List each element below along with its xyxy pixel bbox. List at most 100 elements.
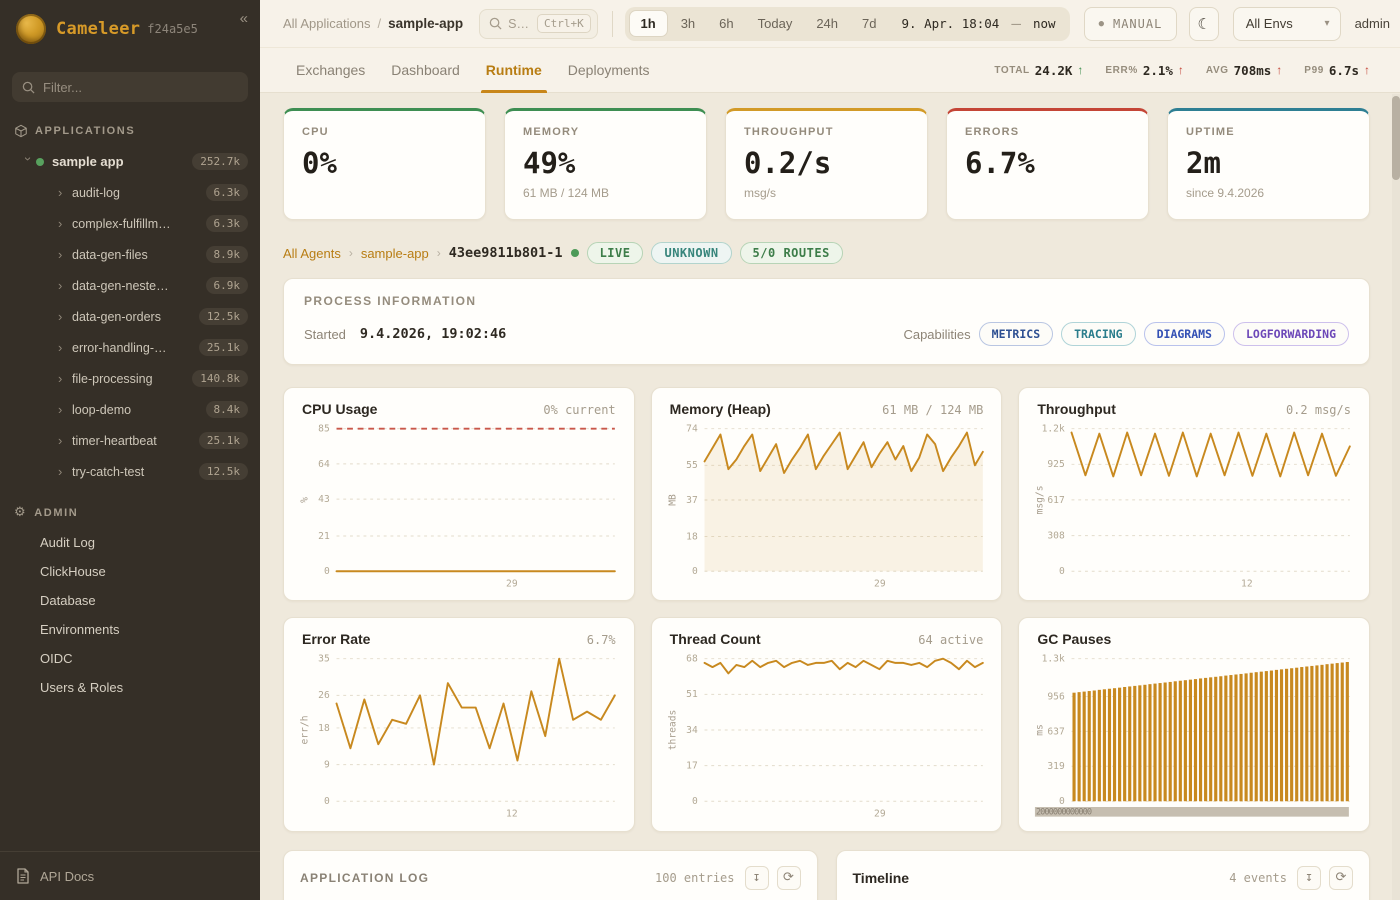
env-select[interactable]: All Envs ▾ [1232, 6, 1341, 41]
chevron-right-icon: › [58, 371, 63, 386]
breadcrumb-current: sample-app [388, 16, 464, 31]
time-range-7d[interactable]: 7d [851, 11, 887, 36]
filter-box[interactable] [12, 72, 248, 102]
download-icon[interactable]: ↧ [1297, 865, 1321, 890]
tab-dashboard[interactable]: Dashboard [378, 48, 473, 92]
chart-plot-thread-count: 0 17 34 51 68 threads 29 [667, 654, 984, 820]
capability-diagrams: DIAGRAMS [1143, 322, 1225, 346]
chart-plot-throughput: 0 308 617 925 1.2k msg/s 12 [1035, 424, 1352, 590]
admin-list: Audit Log ClickHouse Database Environments O… [0, 528, 260, 702]
tab-runtime[interactable]: Runtime [473, 48, 555, 93]
chart-cpu-usage: CPU Usage 0% current 0 21 43 64 85% 29 [283, 387, 635, 602]
sidebar-item-error-handling[interactable]: › error-handling-… 25.1k [0, 332, 260, 363]
admin-item-users-roles[interactable]: Users & Roles [0, 673, 260, 702]
stat-value: 2.1% [1142, 62, 1173, 78]
count-badge: 140.8k [192, 370, 248, 387]
runtime-content: CPU 0% MEMORY 49% 61 MB / 124 MB THROUGHPUT 0.… [260, 94, 1400, 900]
metric-card-cpu: CPU 0% [283, 108, 486, 220]
admin-item-audit-log[interactable]: Audit Log [0, 528, 260, 557]
metric-value: 0% [302, 146, 337, 180]
svg-text:29: 29 [874, 809, 886, 820]
admin-item-environments[interactable]: Environments [0, 615, 260, 644]
metric-value: 49% [523, 146, 576, 180]
dark-mode-toggle[interactable]: ☾ [1189, 6, 1219, 41]
chart-throughput: Throughput 0.2 msg/s 0 308 617 925 1.2k msg/s 12 [1018, 387, 1370, 602]
svg-text:37: 37 [686, 495, 698, 506]
sidebar-item-data-gen-orders[interactable]: › data-gen-orders 12.5k [0, 301, 260, 332]
scrollbar-track[interactable] [1392, 94, 1400, 900]
chevron-right-icon: › [348, 246, 353, 260]
stat-value: 24.2K [1034, 62, 1073, 78]
sidebar-item-label: file-processing [72, 371, 153, 386]
date-to[interactable]: now [1033, 16, 1056, 31]
search-placeholder: S… [508, 16, 529, 31]
sidebar-item-audit-log[interactable]: › audit-log 6.3k [0, 177, 260, 208]
admin-item-clickhouse[interactable]: ClickHouse [0, 557, 260, 586]
svg-text:85: 85 [318, 424, 330, 435]
chevron-right-icon: › [58, 464, 63, 479]
manual-refresh-button[interactable]: ● MANUAL [1083, 6, 1178, 41]
tab-exchanges[interactable]: Exchanges [283, 48, 378, 92]
global-search[interactable]: S… Ctrl+K [479, 8, 598, 39]
chevron-right-icon: › [58, 247, 63, 262]
svg-text:msg/s: msg/s [1035, 485, 1046, 514]
time-range-6h[interactable]: 6h [708, 11, 744, 36]
svg-text:17: 17 [686, 761, 698, 772]
refresh-icon[interactable]: ⟳ [776, 865, 801, 890]
time-range-today[interactable]: Today [747, 11, 804, 36]
date-from[interactable]: 9. Apr. 18:04 [902, 16, 1000, 31]
time-range-buttons: 1h 3h 6h Today 24h 7d [628, 10, 888, 37]
metric-subtitle: msg/s [744, 186, 777, 200]
scrollbar-thumb[interactable] [1392, 96, 1400, 180]
sidebar-item-loop-demo[interactable]: › loop-demo 8.4k [0, 394, 260, 425]
agent-link-all-agents[interactable]: All Agents [283, 246, 341, 261]
sidebar-item-sample-app[interactable]: › sample app 252.7k [0, 146, 260, 177]
sidebar-item-label: data-gen-neste… [72, 278, 169, 293]
chart-plot-error-rate: 0 9 18 26 35 err/h 12 [300, 654, 616, 820]
stat-label: P99 [1304, 64, 1324, 76]
date-range-separator: — [1011, 14, 1021, 33]
sidebar: Cameleer f24a5e5 « APPLICATIONS › sample … [0, 0, 260, 900]
refresh-icon[interactable]: ⟳ [1329, 865, 1353, 890]
application-log-count: 100 entries [655, 870, 735, 885]
sidebar-item-timer-heartbeat[interactable]: › timer-heartbeat 25.1k [0, 425, 260, 456]
search-icon [22, 81, 35, 94]
metric-label: MEMORY [523, 126, 580, 138]
stat-p99: P99 6.7s ↑ [1304, 63, 1370, 78]
collapse-sidebar-icon[interactable]: « [240, 10, 248, 27]
process-information-title: PROCESS INFORMATION [304, 294, 477, 308]
breadcrumb-all-applications[interactable]: All Applications [283, 16, 370, 31]
svg-text:MB: MB [667, 494, 678, 506]
svg-text:1.3k: 1.3k [1042, 654, 1065, 665]
sidebar-item-complex-fulfillm[interactable]: › complex-fulfillm… 6.3k [0, 208, 260, 239]
api-docs-link[interactable]: API Docs [0, 851, 260, 900]
chart-plot-cpu-usage: 0 21 43 64 85% 29 [300, 424, 616, 590]
agent-id: 43ee9811b801-1 [448, 245, 563, 261]
svg-text:0: 0 [324, 566, 330, 577]
topbar-divider [611, 10, 613, 37]
sidebar-item-try-catch-test[interactable]: › try-catch-test 12.5k [0, 456, 260, 487]
filter-input[interactable] [43, 79, 238, 95]
count-badge: 6.3k [205, 184, 248, 201]
chart-header-value: 61 MB / 124 MB [882, 403, 984, 417]
time-range-1h[interactable]: 1h [628, 10, 668, 37]
time-range-3h[interactable]: 3h [670, 11, 706, 36]
admin-item-database[interactable]: Database [0, 586, 260, 615]
admin-item-oidc[interactable]: OIDC [0, 644, 260, 673]
chart-plot-memory-heap: 0 18 37 55 74 MB 29 [667, 424, 984, 590]
chart-header-value: 0% current [543, 403, 616, 417]
tab-deployments[interactable]: Deployments [555, 48, 663, 92]
metric-label: ERRORS [965, 126, 1020, 138]
user-name[interactable]: admin [1355, 16, 1390, 31]
chevron-right-icon: › [58, 433, 63, 448]
sidebar-item-file-processing[interactable]: › file-processing 140.8k [0, 363, 260, 394]
download-icon[interactable]: ↧ [744, 865, 769, 890]
agent-link-sample-app[interactable]: sample-app [361, 246, 429, 261]
sidebar-item-data-gen-files[interactable]: › data-gen-files 8.9k [0, 239, 260, 270]
applications-section-header: APPLICATIONS [0, 106, 260, 146]
chart-title: Thread Count [669, 631, 761, 648]
stat-value: 708ms [1233, 62, 1272, 78]
manual-label: MANUAL [1112, 16, 1163, 31]
sidebar-item-data-gen-neste[interactable]: › data-gen-neste… 6.9k [0, 270, 260, 301]
time-range-24h[interactable]: 24h [805, 11, 849, 36]
